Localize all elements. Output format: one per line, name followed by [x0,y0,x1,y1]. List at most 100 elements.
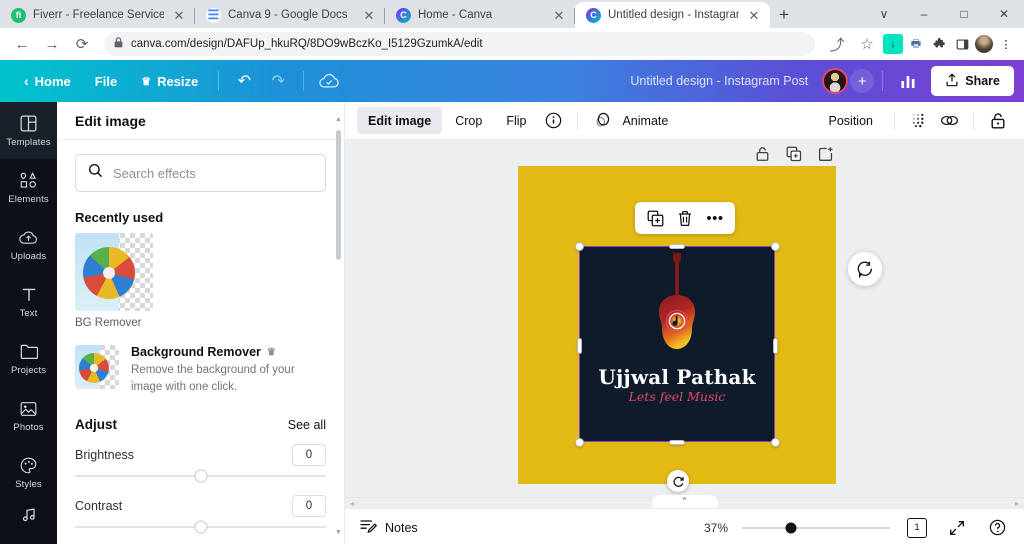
close-icon[interactable]: ✕ [746,7,762,23]
sidebar-item-photos[interactable]: Photos [0,387,57,444]
sidebar-item-projects[interactable]: Projects [0,330,57,387]
slider-value[interactable]: 0 [292,444,326,467]
resize-handle-tl[interactable] [575,242,584,251]
zoom-slider-knob[interactable] [785,522,797,533]
slider-track[interactable] [75,469,326,483]
zoom-slider[interactable] [742,522,890,533]
scroll-left-icon[interactable]: ◂ [350,499,354,508]
tab-crop[interactable]: Crop [444,107,493,134]
transparency-icon[interactable] [905,107,933,134]
share-page-icon[interactable]: ⤴ [823,30,851,58]
more-options-icon[interactable]: ••• [701,205,729,231]
browser-menu-icon[interactable]: ⋮ [996,34,1016,54]
file-menu-button[interactable]: File [83,66,129,96]
page-count-button[interactable]: 1 [904,515,930,541]
resize-handle-bottom[interactable] [669,440,685,445]
resize-handle-br[interactable] [771,438,780,447]
tab-flip[interactable]: Flip [495,107,537,134]
sidebar-item-elements[interactable]: Elements [0,159,57,216]
sidebar-item-uploads[interactable]: Uploads [0,216,57,273]
resize-handle-bl[interactable] [575,438,584,447]
browser-tab-google-docs[interactable]: ☰ Canva 9 - Google Docs ✕ [195,2,385,28]
link-icon[interactable] [935,107,963,134]
undo-icon[interactable]: ↶ [227,66,261,96]
forward-icon[interactable]: → [38,30,66,58]
close-icon[interactable]: ✕ [551,7,567,23]
sidebar-item-audio[interactable] [0,501,57,531]
home-button[interactable]: ‹ Home [12,66,83,96]
add-page-icon[interactable] [818,146,834,165]
tab-edit-image[interactable]: Edit image [357,107,443,134]
search-input[interactable]: Search effects [75,154,326,192]
add-comment-button[interactable] [848,252,882,286]
cloud-save-icon[interactable] [312,66,346,96]
new-tab-button[interactable]: + [770,2,798,28]
duplicate-icon[interactable] [641,205,669,231]
resize-handle-left[interactable] [577,338,582,354]
profile-avatar[interactable] [975,35,993,53]
slider-contrast[interactable]: Contrast 0 [75,495,326,534]
slider-value[interactable]: 0 [292,495,326,518]
insights-icon[interactable] [891,66,925,96]
back-icon[interactable]: ← [8,30,36,58]
animate-button[interactable]: Animate [618,107,679,134]
browser-tab-fiverr[interactable]: fi Fiverr - Freelance Services Marke ✕ [0,2,195,28]
fullscreen-icon[interactable] [944,515,970,541]
lock-page-icon[interactable] [755,146,770,165]
collaborator-avatar[interactable] [822,68,849,94]
recent-effect-item[interactable]: BG Remover [75,233,153,329]
reload-icon[interactable]: ⟳ [68,30,96,58]
slider-knob[interactable] [194,469,207,483]
resize-handle-top[interactable] [669,244,685,249]
slider-brightness[interactable]: Brightness 0 [75,444,326,483]
side-panel-icon[interactable] [952,34,972,54]
resize-handle-tr[interactable] [771,242,780,251]
close-icon[interactable]: ✕ [361,7,377,23]
share-button[interactable]: Share [931,66,1014,96]
sidebar-item-styles[interactable]: Styles [0,444,57,501]
resize-handle-right[interactable] [773,338,778,354]
add-collaborator-button[interactable]: + [850,69,875,93]
scroll-up-icon[interactable]: ▲ [335,116,342,123]
canvas-area[interactable]: ••• Ujjwal Pathak Lets feel Music ◂ ▸ ⌃ [345,140,1024,508]
trash-icon[interactable] [671,205,699,231]
background-remover-card[interactable]: Background Remover ♛ Remove the backgrou… [75,345,326,395]
slider-knob[interactable] [194,520,207,534]
printer-extension-icon[interactable]: 🖶 [906,34,926,54]
help-icon[interactable] [984,515,1010,541]
design-title[interactable]: Untitled design - Instagram Post [630,74,822,88]
editor-area: Edit image Crop Flip Animate Position ••… [345,102,1024,544]
notes-button[interactable]: Notes [359,518,418,538]
rotate-handle[interactable] [667,470,689,492]
see-all-link[interactable]: See all [288,418,326,432]
download-extension-icon[interactable]: ↓ [883,34,903,54]
scroll-right-icon[interactable]: ▸ [1015,499,1019,508]
animate-icon[interactable] [588,107,616,134]
lock-icon[interactable] [984,107,1012,134]
panel-scrollbar[interactable]: ▲ ▼ [335,116,342,536]
left-rail: Templates Elements Uploads Text Projects [0,102,57,544]
zoom-percent[interactable]: 37% [704,521,728,535]
info-icon[interactable] [539,107,567,134]
maximize-button[interactable]: □ [944,0,984,28]
browser-tab-untitled-design[interactable]: C Untitled design - Instagram Post ✕ [575,2,770,28]
position-button[interactable]: Position [818,107,884,134]
puzzle-extension-icon[interactable] [929,34,949,54]
sidebar-item-templates[interactable]: Templates [0,102,57,159]
slider-track[interactable] [75,520,326,534]
bookmark-star-icon[interactable]: ☆ [853,30,881,58]
duplicate-page-icon[interactable] [786,146,802,165]
browser-tab-canva-home[interactable]: C Home - Canva ✕ [385,2,575,28]
scroll-down-icon[interactable]: ▼ [335,529,342,536]
close-icon[interactable]: ✕ [171,7,187,23]
redo-icon[interactable]: ↷ [261,66,295,96]
sidebar-item-text[interactable]: Text [0,273,57,330]
selected-image[interactable]: Ujjwal Pathak Lets feel Music [579,246,775,442]
restore-button[interactable]: – [904,0,944,28]
notes-collapse-tab[interactable]: ⌃ [651,495,718,508]
scrollbar-thumb[interactable] [336,130,341,260]
address-bar[interactable]: canva.com/design/DAFUp_hkuRQ/8DO9wBczKo_… [104,32,815,56]
minimize-button[interactable]: ∨ [864,0,904,28]
resize-button[interactable]: ♛ Resize [129,66,210,96]
close-window-button[interactable]: ✕ [984,0,1024,28]
